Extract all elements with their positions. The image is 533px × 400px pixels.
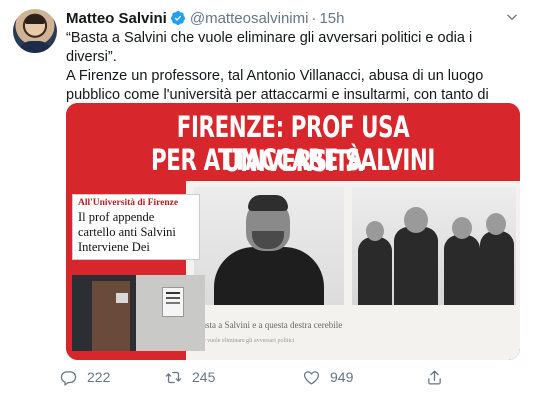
media-headline-line2: PER ATTACCARE SALVINI: [151, 143, 435, 177]
media-portrait-photo: [194, 187, 344, 305]
media-article-kicker: All'Università di Firenze: [78, 198, 179, 208]
media-article-box: All'Università di Firenze Il prof append…: [72, 194, 200, 260]
separator-dot: ·: [311, 9, 317, 27]
author-handle[interactable]: @matteosalvinimi: [190, 10, 309, 27]
retweet-button[interactable]: 245: [165, 366, 215, 388]
media-article-title: Il prof appende cartello anti Salvini In…: [78, 210, 176, 254]
like-button[interactable]: 949: [303, 366, 353, 388]
tweet-media-image[interactable]: FIRENZE: PROF USA UNIVERSITÀ PER ATTACCA…: [66, 103, 520, 360]
author-name[interactable]: Matteo Salvini: [66, 10, 167, 27]
tweet-timestamp[interactable]: 15h: [319, 10, 344, 27]
like-icon: [303, 370, 320, 385]
media-poster-photo: Basta a Salvini e a questa destra cerebi…: [186, 181, 520, 360]
reply-count: 222: [87, 369, 111, 385]
tweet-actions-bar: 222 245 949: [60, 366, 466, 388]
media-office-door-photo: [72, 275, 205, 351]
media-poster-caption: Basta a Salvini e a questa destra cerebi…: [196, 320, 343, 330]
share-icon: [428, 369, 441, 385]
tweet-header: Matteo Salvini @matteosalvinimi · 15h: [66, 8, 519, 28]
retweet-icon: [165, 371, 182, 383]
share-button[interactable]: [426, 366, 453, 388]
reply-icon: [60, 370, 77, 386]
media-crowd-photo: [352, 187, 516, 305]
retweet-count: 245: [192, 369, 216, 385]
verified-badge-icon: [170, 11, 185, 25]
avatar[interactable]: [13, 9, 57, 53]
like-count: 949: [330, 369, 354, 385]
media-poster-subcaption: Che vuole eliminare gli avversari politi…: [196, 338, 295, 344]
chevron-down-icon[interactable]: [505, 10, 519, 24]
reply-button[interactable]: 222: [60, 366, 110, 388]
